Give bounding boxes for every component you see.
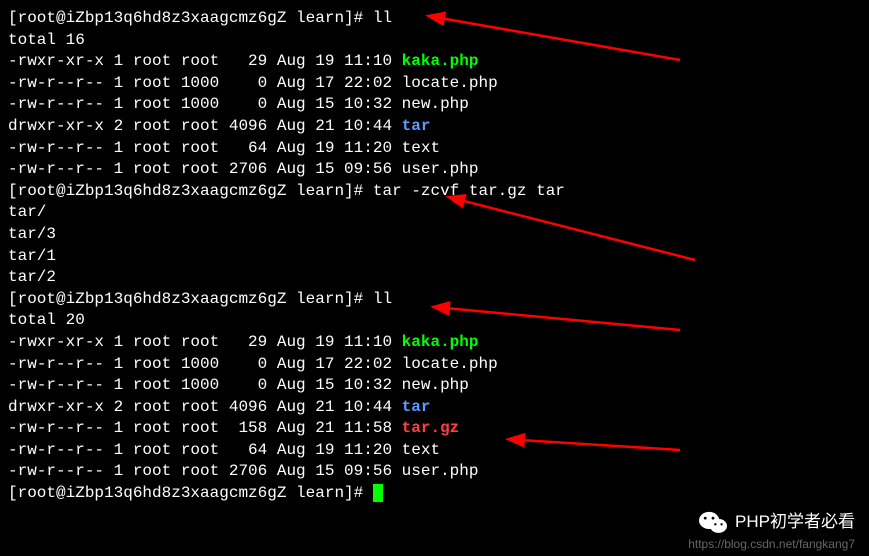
file-name: user.php (402, 160, 479, 178)
command: tar -zcvf tar.gz tar (373, 182, 565, 200)
file-row: -rw-r--r-- 1 root root 2706 Aug 15 09:56… (8, 159, 861, 181)
prompt-line: [root@iZbp13q6hd8z3xaagcmz6gZ learn]# ta… (8, 181, 861, 203)
file-row: -rw-r--r-- 1 root root 2706 Aug 15 09:56… (8, 461, 861, 483)
file-name: tar.gz (402, 419, 460, 437)
total-line: total 16 (8, 30, 861, 52)
file-row: -rw-r--r-- 1 root 1000 0 Aug 17 22:02 lo… (8, 354, 861, 376)
file-name: tar (402, 117, 431, 135)
total-line: total 20 (8, 310, 861, 332)
watermark: PHP初学者必看 (699, 510, 855, 534)
file-name: locate.php (402, 74, 498, 92)
file-name: text (402, 441, 440, 459)
file-row: -rwxr-xr-x 1 root root 29 Aug 19 11:10 k… (8, 332, 861, 354)
file-name: kaka.php (402, 52, 479, 70)
blog-url: https://blog.csdn.net/fangkang7 (688, 536, 855, 552)
file-row: -rw-r--r-- 1 root root 64 Aug 19 11:20 t… (8, 440, 861, 462)
file-row: -rw-r--r-- 1 root 1000 0 Aug 15 10:32 ne… (8, 94, 861, 116)
terminal-output[interactable]: [root@iZbp13q6hd8z3xaagcmz6gZ learn]# ll… (8, 8, 861, 505)
file-name: new.php (402, 376, 469, 394)
file-row: -rw-r--r-- 1 root 1000 0 Aug 15 10:32 ne… (8, 375, 861, 397)
file-row: drwxr-xr-x 2 root root 4096 Aug 21 10:44… (8, 116, 861, 138)
file-name: tar (402, 398, 431, 416)
tar-output-line: tar/ (8, 202, 861, 224)
command: ll (373, 9, 392, 27)
file-row: -rw-r--r-- 1 root root 158 Aug 21 11:58 … (8, 418, 861, 440)
tar-output-line: tar/3 (8, 224, 861, 246)
file-name: user.php (402, 462, 479, 480)
tar-output-line: tar/2 (8, 267, 861, 289)
watermark-text: PHP初学者必看 (735, 511, 855, 534)
file-name: new.php (402, 95, 469, 113)
wechat-icon (699, 510, 727, 534)
tar-output-line: tar/1 (8, 246, 861, 268)
file-row: -rw-r--r-- 1 root 1000 0 Aug 17 22:02 lo… (8, 73, 861, 95)
command: ll (373, 290, 392, 308)
prompt-line: [root@iZbp13q6hd8z3xaagcmz6gZ learn]# ll (8, 289, 861, 311)
cursor (373, 484, 383, 502)
file-row: -rwxr-xr-x 1 root root 29 Aug 19 11:10 k… (8, 51, 861, 73)
file-name: locate.php (402, 355, 498, 373)
prompt-line: [root@iZbp13q6hd8z3xaagcmz6gZ learn]# ll (8, 8, 861, 30)
prompt-line[interactable]: [root@iZbp13q6hd8z3xaagcmz6gZ learn]# (8, 483, 861, 505)
file-row: drwxr-xr-x 2 root root 4096 Aug 21 10:44… (8, 397, 861, 419)
file-row: -rw-r--r-- 1 root root 64 Aug 19 11:20 t… (8, 138, 861, 160)
file-name: kaka.php (402, 333, 479, 351)
file-name: text (402, 139, 440, 157)
